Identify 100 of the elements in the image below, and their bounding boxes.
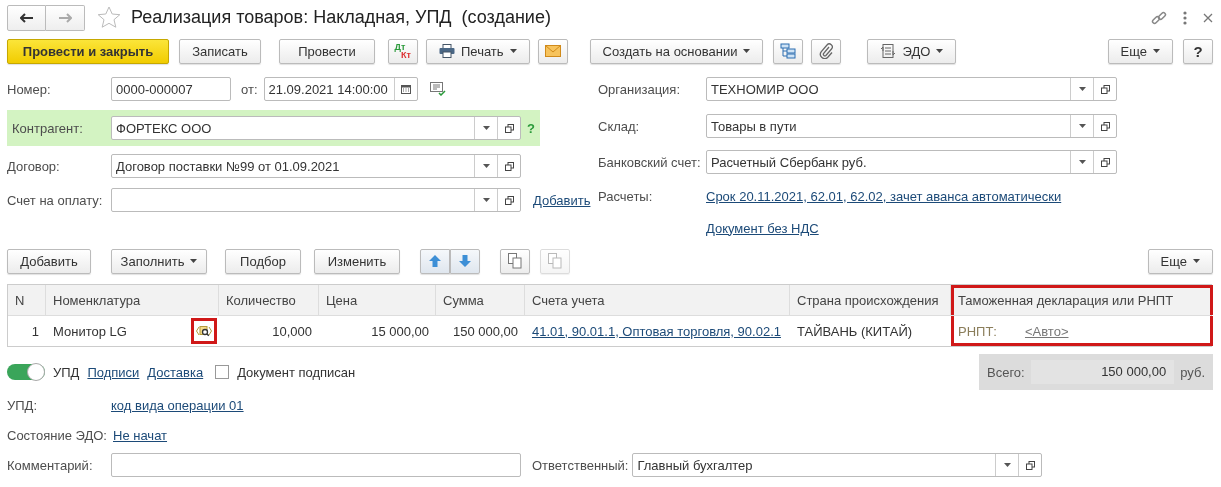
add-link[interactable]: Добавить — [533, 192, 591, 208]
select-field[interactable]: Товары в пути — [706, 114, 1117, 138]
table-cell: Монитор LG — [53, 323, 127, 339]
calendar-icon — [400, 84, 411, 94]
structure-button[interactable] — [773, 38, 804, 64]
caret-icon — [1193, 259, 1200, 263]
back-button[interactable] — [7, 4, 46, 31]
copy-button[interactable] — [500, 248, 530, 274]
search-icon — [196, 325, 212, 337]
caret-icon — [482, 126, 490, 130]
table-cell-text: 15 000,00 — [370, 322, 430, 341]
table-cell-text: ТАЙВАНЬ (КИТАЙ) — [796, 322, 914, 341]
more-button[interactable]: Еще — [1147, 248, 1213, 274]
caret-icon — [509, 49, 517, 53]
printer-icon — [439, 44, 455, 58]
toolbar-button[interactable]: Подбор — [225, 248, 301, 274]
field-label: Договор: — [7, 158, 61, 174]
star-icon[interactable] — [97, 6, 121, 29]
caret-icon — [1078, 124, 1086, 128]
dt-kt-button[interactable]: Дт Кт — [388, 38, 418, 64]
toggle-label: УПД — [53, 364, 80, 380]
windows-icon — [504, 161, 514, 171]
total-label: Всего: — [987, 364, 1025, 380]
attach-button[interactable] — [811, 38, 842, 64]
column-header[interactable]: N — [8, 285, 46, 315]
field-label: Состояние ЭДО: — [7, 427, 108, 443]
footer-link[interactable]: Подписи — [87, 364, 140, 380]
select-field[interactable]: ТЕХНОМИР ООО — [706, 77, 1117, 101]
column-header[interactable]: Таможенная декларация или РНПТ — [951, 285, 1213, 315]
toolbar-button[interactable]: Провести — [279, 38, 375, 64]
envelope-icon — [544, 45, 561, 57]
windows-icon — [504, 123, 514, 133]
arrow-right-icon — [58, 12, 72, 23]
hierarchy-icon — [780, 43, 797, 59]
checklist-icon[interactable] — [429, 82, 446, 96]
documents-icon — [548, 253, 562, 269]
field-label: Номер: — [7, 81, 52, 97]
footer-link[interactable]: Доставка — [147, 364, 204, 380]
window-title: Реализация товаров: Накладная, УПД (создание) — [131, 7, 551, 28]
settlements-link[interactable]: Срок 20.11.2021, 62.01, 62.02, зачет аванса автоматически — [706, 188, 1062, 204]
more-button[interactable]: Еще — [1107, 38, 1173, 64]
close-icon[interactable] — [1203, 12, 1213, 23]
date-field[interactable]: 21.09.2021 14:00:00 — [263, 77, 418, 101]
arrow-down-icon — [459, 254, 471, 268]
column-header[interactable]: Номенклатура — [46, 285, 219, 315]
column-header[interactable]: Страна происхождения — [790, 285, 951, 315]
move-up-button[interactable] — [420, 248, 450, 274]
caret-icon — [1078, 160, 1086, 164]
field-label: УПД: — [7, 397, 39, 413]
link-icon[interactable] — [1151, 9, 1167, 26]
column-header[interactable]: Цена — [319, 285, 436, 315]
mail-button[interactable] — [537, 38, 568, 64]
toolbar-button[interactable]: Записать — [179, 38, 261, 64]
operation-code-link[interactable]: код вида операции 01 — [111, 397, 244, 413]
auto-link[interactable]: <Авто> — [1024, 323, 1069, 339]
menu-button[interactable]: Заполнить — [111, 248, 207, 274]
select-field[interactable]: Договор поставки №99 от 01.09.2021 — [111, 154, 521, 178]
currency-label: руб. — [1180, 364, 1205, 380]
comment-field[interactable] — [111, 453, 521, 477]
menu-button[interactable]: Создать на основании — [589, 38, 764, 64]
column-header[interactable]: Счета учета — [525, 285, 790, 315]
table-cell-text: 150 000,00 — [451, 322, 519, 341]
documents-icon — [508, 253, 522, 269]
more-icon[interactable] — [1183, 10, 1187, 25]
field-label: Комментарий: — [7, 457, 94, 473]
toggle-switch[interactable] — [7, 364, 45, 380]
select-field[interactable]: Расчетный Сбербанк руб. — [706, 150, 1117, 174]
edo-button[interactable]: ЭДО — [867, 38, 957, 64]
select-field[interactable] — [111, 188, 521, 212]
select-field[interactable]: Главный бухгалтер — [632, 453, 1043, 477]
product-lookup-button[interactable] — [191, 318, 217, 344]
windows-icon — [504, 195, 514, 205]
help-button[interactable]: ? — [1183, 38, 1213, 64]
caret-icon — [1153, 49, 1160, 53]
column-header[interactable]: Количество — [219, 285, 319, 315]
caret-icon — [190, 259, 198, 263]
checkbox[interactable] — [215, 365, 230, 379]
select-field[interactable]: ФОРТЕКС ООО — [111, 116, 521, 140]
post-and-close-button[interactable]: Провести и закрыть — [7, 38, 169, 64]
number-field[interactable]: 0000-000007 — [111, 77, 231, 101]
accounts-link[interactable]: 41.01, 90.01.1, Оптовая торговля, 90.02.1 — [532, 323, 781, 339]
windows-icon — [1025, 460, 1035, 470]
windows-icon — [1100, 121, 1110, 131]
caret-icon — [936, 49, 944, 53]
checkbox-label: Документ подписан — [237, 364, 356, 380]
move-down-button[interactable] — [450, 248, 480, 274]
field-label: Счет на оплату: — [7, 192, 104, 208]
edo-state-link[interactable]: Не начат — [113, 427, 168, 443]
vat-link[interactable]: Документ без НДС — [706, 220, 819, 236]
field-label: Расчеты: — [598, 188, 654, 204]
windows-icon — [1100, 157, 1110, 167]
exchange-icon — [880, 43, 897, 59]
field-label: Банковский счет: — [598, 154, 702, 170]
field-label: Склад: — [598, 118, 641, 134]
toolbar-button[interactable]: Добавить — [7, 248, 91, 274]
table-cell-text: 1 — [30, 322, 40, 341]
print-button[interactable]: Печать — [426, 38, 530, 64]
column-header[interactable]: Сумма — [436, 285, 525, 315]
toolbar-button[interactable]: Изменить — [314, 248, 400, 274]
rnpt-label: РНПТ: — [958, 323, 997, 339]
